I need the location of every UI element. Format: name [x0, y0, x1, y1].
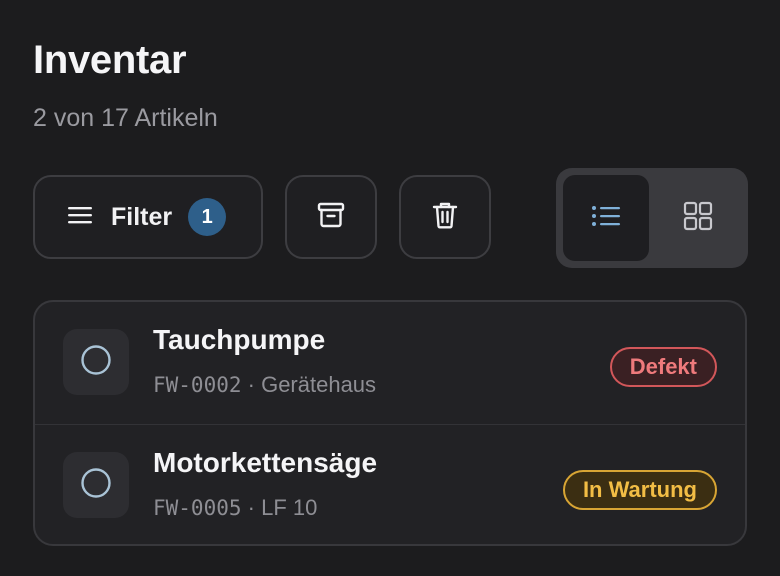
filter-label: Filter: [111, 202, 173, 231]
status-badge: Defekt: [609, 347, 717, 387]
item-name: Tauchpumpe: [153, 324, 326, 355]
page-title: Inventar: [33, 38, 187, 82]
item-code: FW-0005: [153, 496, 242, 520]
item-code: FW-0002: [153, 373, 242, 397]
filter-button[interactable]: Filter 1: [33, 175, 263, 259]
list-item[interactable]: Tauchpumpe FW-0002 · Gerätehaus Defekt: [35, 302, 745, 424]
item-location: LF 10: [261, 495, 318, 520]
inventory-list: Tauchpumpe FW-0002 · Gerätehaus Defekt M…: [33, 300, 747, 546]
circle-icon: [80, 344, 112, 381]
archive-button[interactable]: [285, 175, 377, 259]
list-view-icon: [591, 204, 621, 233]
item-meta: FW-0005 · LF 10: [153, 495, 317, 521]
meta-separator: ·: [241, 372, 262, 397]
item-name: Motorkettensäge: [153, 447, 378, 478]
item-count-subtitle: 2 von 17 Artikeln: [33, 104, 218, 132]
grid-view-icon: [683, 201, 713, 236]
status-badge: In Wartung: [562, 470, 717, 510]
delete-button[interactable]: [399, 175, 491, 259]
filter-count-badge: 1: [188, 198, 227, 236]
select-checkbox[interactable]: [63, 329, 129, 395]
item-meta: FW-0002 · Gerätehaus: [153, 372, 376, 398]
view-mode-toggle: [556, 168, 748, 268]
meta-separator: ·: [241, 495, 262, 520]
item-location: Gerätehaus: [261, 372, 377, 397]
menu-lines-icon: [67, 205, 93, 230]
grid-view-button[interactable]: [655, 175, 741, 261]
list-item[interactable]: Motorkettensäge FW-0005 · LF 10 In Wartu…: [35, 424, 745, 544]
select-checkbox[interactable]: [63, 452, 129, 518]
circle-icon: [80, 467, 112, 504]
archive-icon: [317, 202, 345, 233]
trash-icon: [432, 201, 458, 234]
list-view-button[interactable]: [563, 175, 649, 261]
